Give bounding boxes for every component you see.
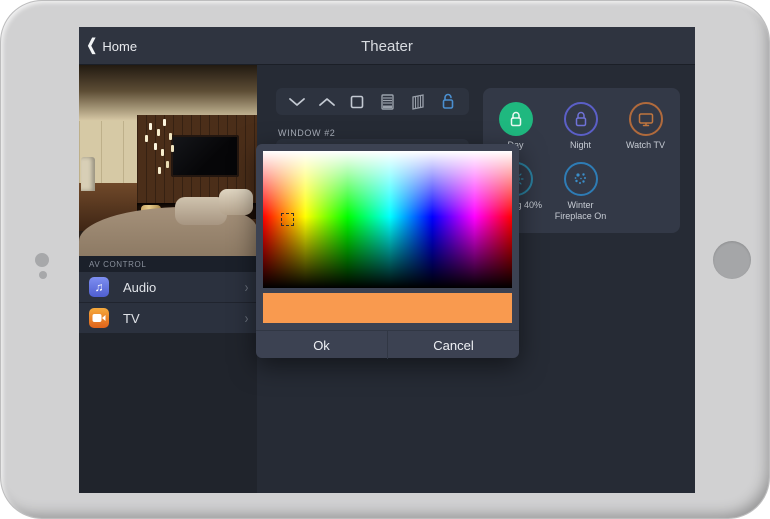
shade-down-icon[interactable] xyxy=(286,93,308,111)
app-screen: Theater ❮ Home xyxy=(79,27,695,493)
scenario-watch-tv: Watch TV xyxy=(613,96,678,152)
scenario-night-button[interactable] xyxy=(564,102,598,136)
scenario-watch-tv-label: Watch TV xyxy=(626,140,665,152)
bezel-dot-small xyxy=(39,271,47,279)
photo-pillow-2 xyxy=(219,189,253,215)
scenario-night-label: Night xyxy=(570,140,591,152)
top-navigation-bar: Theater ❮ Home xyxy=(79,27,695,65)
photo-chair xyxy=(81,157,95,191)
scenario-winter-fireplace-label: Winter Fireplace On xyxy=(548,200,613,223)
bezel-dot-large xyxy=(35,253,49,267)
chevron-right-icon: › xyxy=(245,310,249,327)
snowflakes-icon xyxy=(572,171,589,187)
shade-up-icon[interactable] xyxy=(316,93,338,111)
av-row-tv[interactable]: TV › xyxy=(79,303,257,333)
back-chevron-icon: ❮ xyxy=(86,38,97,54)
av-row-tv-label: TV xyxy=(123,311,244,326)
lock-icon xyxy=(509,111,523,128)
scenario-watch-tv-button[interactable] xyxy=(629,102,663,136)
video-camera-icon xyxy=(89,308,109,328)
color-gradient-field[interactable] xyxy=(263,151,512,288)
page-title: Theater xyxy=(79,27,695,65)
screenshot-root: Theater ❮ Home xyxy=(0,0,770,519)
blinds-icon[interactable] xyxy=(377,93,399,111)
color-selection-marker[interactable] xyxy=(281,213,294,226)
tv-icon xyxy=(638,112,654,127)
scenario-day-button[interactable] xyxy=(499,102,533,136)
selected-color-swatch xyxy=(263,293,512,323)
av-row-audio-label: Audio xyxy=(123,280,244,295)
av-row-audio[interactable]: ♫ Audio › xyxy=(79,272,257,303)
av-control-header: AV CONTROL xyxy=(79,256,257,272)
blinds-tilt-icon[interactable] xyxy=(407,93,429,111)
back-label: Home xyxy=(102,39,137,54)
window2-label: WINDOW #2 xyxy=(278,128,335,138)
room-photo xyxy=(79,65,257,256)
lock-icon xyxy=(574,111,588,128)
shade-stop-icon[interactable] xyxy=(346,93,368,111)
photo-tv xyxy=(171,135,239,177)
music-notes-icon: ♫ xyxy=(89,277,109,297)
cancel-button[interactable]: Cancel xyxy=(388,331,519,359)
lock-open-icon[interactable] xyxy=(437,93,459,111)
back-button[interactable]: ❮ Home xyxy=(85,27,137,65)
tablet-bezel: Theater ❮ Home xyxy=(0,0,770,519)
scenario-winter-fireplace: Winter Fireplace On xyxy=(548,156,613,223)
window1-controls xyxy=(276,88,469,115)
scenario-night: Night xyxy=(548,96,613,152)
photo-pendant-lights xyxy=(149,123,152,130)
chevron-right-icon: › xyxy=(245,279,249,296)
av-control-header-label: AV CONTROL xyxy=(89,260,146,269)
scenario-winter-fireplace-button[interactable] xyxy=(564,162,598,196)
tablet-home-button[interactable] xyxy=(713,241,751,279)
ok-button[interactable]: Ok xyxy=(256,331,388,359)
left-column: AV CONTROL ♫ Audio › TV › xyxy=(79,65,257,493)
dialog-buttons: Ok Cancel xyxy=(256,330,519,359)
color-picker-dialog: Ok Cancel xyxy=(256,144,519,358)
